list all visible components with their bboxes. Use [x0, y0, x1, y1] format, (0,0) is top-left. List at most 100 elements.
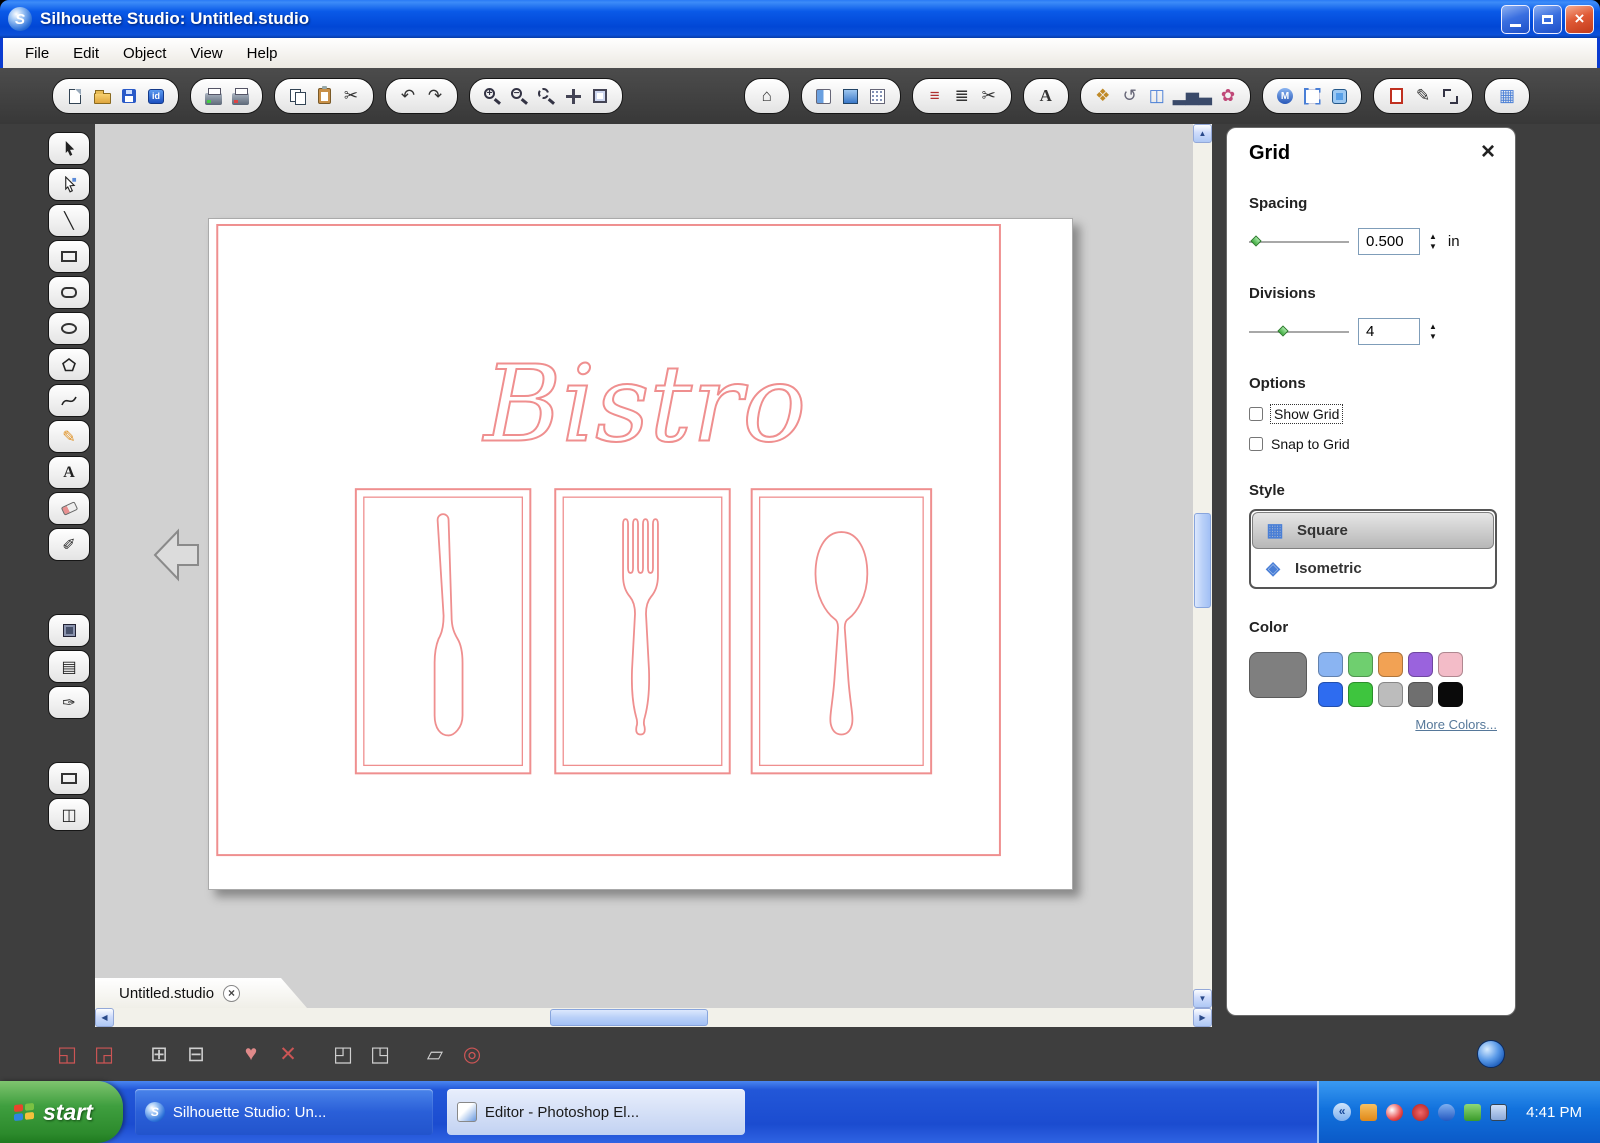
paste-button[interactable] — [313, 84, 335, 108]
color-swatch[interactable] — [1378, 652, 1403, 677]
document-tab[interactable]: Untitled.studio × — [95, 978, 307, 1008]
new-document-button[interactable] — [64, 84, 86, 108]
sketch-tool-button[interactable]: ▤ — [48, 650, 90, 683]
style-option-isometric[interactable]: ◈ Isometric — [1251, 550, 1495, 587]
pixscan-button[interactable]: M — [1274, 84, 1296, 108]
menu-help[interactable]: Help — [235, 41, 290, 66]
zoom-selection-button[interactable] — [535, 84, 557, 108]
knife-tool-button[interactable]: ✐ — [48, 528, 90, 561]
color-swatch[interactable] — [1408, 682, 1433, 707]
revolve-button[interactable]: ↺ — [1119, 84, 1141, 108]
panel-spoon[interactable] — [750, 488, 933, 775]
freehand-tool-button[interactable]: ✎ — [48, 420, 90, 453]
select-tool-button[interactable] — [48, 132, 90, 165]
search-tray-icon[interactable] — [1438, 1103, 1456, 1121]
maximize-button[interactable] — [1533, 4, 1562, 34]
color-swatch[interactable] — [1318, 682, 1343, 707]
split-view-tool-button[interactable]: ◫ — [48, 798, 90, 831]
crop-button[interactable] — [1439, 84, 1461, 108]
divisions-input[interactable] — [1358, 318, 1420, 345]
trace-fill-button[interactable] — [1328, 84, 1350, 108]
spacing-spin-up-button[interactable]: ▲ — [1429, 233, 1437, 241]
pan-button[interactable] — [562, 84, 584, 108]
polygon-tool-button[interactable] — [48, 348, 90, 381]
replicate-button[interactable]: ❖ — [1092, 84, 1114, 108]
bring-forward-button[interactable]: ◰ — [328, 1042, 358, 1067]
menu-view[interactable]: View — [178, 41, 234, 66]
print-button[interactable] — [202, 84, 224, 108]
panel-knife[interactable] — [354, 488, 532, 775]
show-grid-checkbox[interactable] — [1249, 407, 1263, 421]
hide-icons-chevron[interactable]: « — [1333, 1103, 1352, 1121]
subtract-button[interactable]: ✕ — [273, 1042, 303, 1067]
page-outline-button[interactable] — [1385, 84, 1407, 108]
register-marks-button[interactable]: ◎ — [457, 1042, 487, 1067]
color-swatch[interactable] — [1318, 652, 1343, 677]
save-button[interactable] — [118, 84, 140, 108]
divisions-slider-thumb[interactable] — [1277, 324, 1289, 337]
horizontal-scrollbar[interactable]: ◀ ▶ — [95, 1008, 1212, 1027]
antivirus-tray-icon[interactable] — [1386, 1103, 1404, 1121]
more-colors-link[interactable]: More Colors... — [1249, 717, 1497, 732]
group-button[interactable]: ◱ — [52, 1042, 82, 1067]
fit-to-page-button[interactable] — [589, 84, 611, 108]
scroll-right-button[interactable]: ▶ — [1193, 1008, 1212, 1027]
rounded-rectangle-tool-button[interactable] — [48, 276, 90, 309]
display-tray-icon[interactable] — [1490, 1103, 1508, 1121]
save-to-library-button[interactable]: id — [145, 84, 167, 108]
nav-arrow-shape[interactable] — [151, 524, 201, 586]
color-swatch[interactable] — [1408, 652, 1433, 677]
scroll-down-button[interactable]: ▼ — [1193, 989, 1212, 1008]
snap-to-grid-label[interactable]: Snap to Grid — [1271, 436, 1350, 452]
color-swatch[interactable] — [1348, 682, 1373, 707]
color-swatch[interactable] — [1348, 652, 1373, 677]
ungroup-button[interactable]: ◲ — [89, 1042, 119, 1067]
rectangle-tool-button[interactable] — [48, 240, 90, 273]
panel-fork[interactable] — [554, 488, 731, 775]
divisions-spin-up-button[interactable]: ▲ — [1429, 323, 1437, 331]
cut-settings-button[interactable]: ✂ — [978, 84, 1000, 108]
color-swatch[interactable] — [1378, 682, 1403, 707]
network-tray-icon[interactable] — [1464, 1103, 1482, 1121]
print-border-button[interactable] — [229, 84, 251, 108]
document-tab-close-icon[interactable]: × — [223, 985, 240, 1002]
scroll-left-button[interactable]: ◀ — [95, 1008, 114, 1027]
scroll-up-button[interactable]: ▲ — [1193, 124, 1212, 143]
text-button[interactable]: A — [1035, 84, 1057, 108]
fill-pattern-button[interactable] — [867, 84, 889, 108]
zoom-in-button[interactable]: + — [481, 84, 503, 108]
text-style-button[interactable]: ≣ — [951, 84, 973, 108]
document-page[interactable]: Bistro — [208, 218, 1073, 890]
design-page-settings-button[interactable]: ⌂ — [756, 84, 778, 108]
grid-panel-close-icon[interactable]: × — [1481, 140, 1495, 164]
copy-button[interactable] — [286, 84, 308, 108]
update-tray-icon[interactable] — [1360, 1103, 1378, 1121]
divisions-spin-down-button[interactable]: ▼ — [1429, 333, 1437, 341]
shadow-button[interactable]: ▱ — [420, 1042, 450, 1067]
alert-tray-icon[interactable] — [1412, 1103, 1430, 1121]
cut-border[interactable] — [216, 223, 1001, 857]
fill-tool-button[interactable] — [48, 614, 90, 647]
emboss-tool-button[interactable]: ✑ — [48, 686, 90, 719]
page-tool-button[interactable] — [48, 762, 90, 795]
send-backward-button[interactable]: ◳ — [365, 1042, 395, 1067]
text-tool-button[interactable]: A — [48, 456, 90, 489]
spacing-spin-down-button[interactable]: ▼ — [1429, 243, 1437, 251]
color-swatch[interactable] — [1438, 682, 1463, 707]
minimize-button[interactable] — [1501, 4, 1530, 34]
menu-object[interactable]: Object — [111, 41, 178, 66]
eraser-tool-button[interactable] — [48, 492, 90, 525]
divisions-slider[interactable] — [1249, 324, 1349, 337]
vertical-scroll-thumb[interactable] — [1194, 513, 1211, 608]
vertical-scrollbar[interactable]: ▲ ▼ — [1193, 124, 1212, 1008]
spacing-input[interactable] — [1358, 228, 1420, 255]
spacing-slider[interactable] — [1249, 234, 1349, 247]
undo-button[interactable]: ↶ — [397, 84, 419, 108]
menu-file[interactable]: File — [13, 41, 61, 66]
design-canvas[interactable]: Bistro Untitled.studio × — [95, 124, 1193, 1008]
show-grid-label[interactable]: Show Grid — [1269, 404, 1344, 424]
fill-shade-button[interactable] — [813, 84, 835, 108]
start-button[interactable]: start — [0, 1081, 123, 1143]
close-button[interactable]: × — [1565, 4, 1594, 34]
snap-to-grid-checkbox[interactable] — [1249, 437, 1263, 451]
